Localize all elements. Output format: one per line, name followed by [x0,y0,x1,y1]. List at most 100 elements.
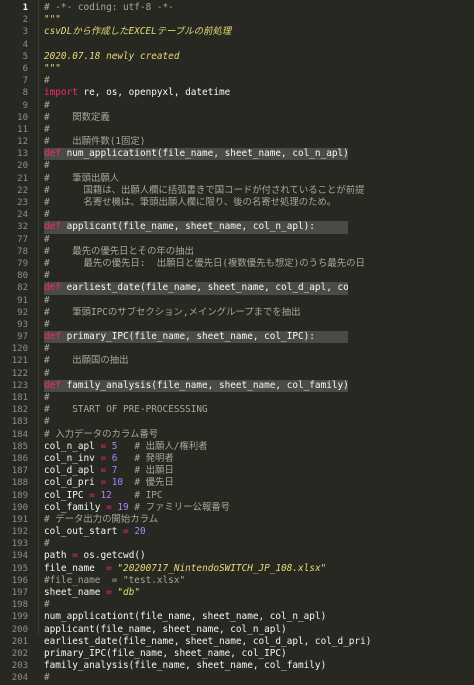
code-line[interactable]: 193 # [0,538,474,550]
code-line[interactable]: 192 col_out_start = 20 [0,526,474,538]
code-line[interactable]: 12 # 出願件数(1固定) [0,136,474,148]
line-number: 10 [17,112,28,123]
code-line[interactable]: 20 # [0,160,474,172]
code-text: # 最先の優先日: 出願日と優先日(複数優先も想定)のうち最先の日 [44,258,470,270]
code-text: # [44,319,470,331]
code-line[interactable]: 82 def earliest_date(file_name, sheet_nam… [0,282,474,295]
folded-code-text: def family_analysis(file_name, sheet_nam… [44,379,348,393]
code-line[interactable]: 184 # 入力データのカラム番号 [0,429,474,441]
line-number: 93 [17,319,28,330]
code-text: # 名寄せ機は、筆頭出願人欄に限り、後の名寄せ処理のため。 [44,197,470,209]
code-line[interactable]: 120 # [0,343,474,355]
code-token: # 最先の優先日: 出願日と優先日(複数優先も想定)のうち最先の日 [44,257,365,269]
code-line[interactable]: 91 # [0,295,474,307]
code-token: def [44,379,61,391]
folded-code-text: def applicant(file_name, sheet_name, col… [44,221,348,234]
code-line[interactable]: 196 #file_name = "test.xlsx" [0,575,474,587]
code-line[interactable]: 11 # [0,124,474,136]
code-line[interactable]: 24 # [0,209,474,221]
code-line[interactable]: 10 # 関数定義 [0,112,474,124]
code-line[interactable]: 97 def primary_IPC(file_name, sheet_name,… [0,331,474,344]
code-token: # [44,294,50,306]
code-line[interactable]: 191 # データ出力の開始カラム [0,514,474,526]
code-token: path [44,550,73,562]
line-number: 187 [11,466,28,477]
code-line[interactable]: 1 # -*- coding: utf-8 -*- [0,2,474,14]
code-token: # 発明者 [117,452,174,464]
code-line[interactable]: 189 col_IPC = 12 # IPC [0,490,474,502]
code-line[interactable]: 183 # [0,416,474,428]
code-text: # 筆頭出願人 [44,173,470,185]
code-line[interactable]: 4 [0,39,474,51]
code-line[interactable]: 92 # 筆頭IPCのサブセクション,メイングループまでを抽出 [0,307,474,319]
code-line[interactable]: 185 col_n_apl = 5 # 出願人/権利者 [0,441,474,453]
code-line[interactable]: 197 sheet_name = "db" [0,587,474,599]
line-number: 6 [22,63,28,74]
line-number: 198 [11,600,28,611]
line-number: 1 [22,3,28,13]
vertical-scrollbar[interactable] [468,0,474,635]
line-number: 185 [11,441,28,452]
code-line[interactable]: 32 def applicant(file_name, sheet_name, c… [0,221,474,234]
line-number: 5 [22,51,28,62]
code-line[interactable]: 6 """ [0,63,474,75]
code-token: # [44,209,50,221]
code-line[interactable]: 188 col_d_pri = 10 # 優先日 [0,477,474,489]
code-token: col_d_apl [44,465,101,477]
code-line[interactable]: 80 # [0,270,474,282]
code-token: def [44,148,61,160]
code-line[interactable]: 190 col_family = 19 # ファミリー公報番号 [0,502,474,514]
code-line[interactable]: 93 # [0,319,474,331]
code-text: # [44,343,470,355]
code-line[interactable]: 78 # 最先の優先日とその年の抽出 [0,246,474,258]
code-token: # [44,367,50,379]
code-line[interactable]: 201 earliest_date(file_name, sheet_name, … [0,636,474,648]
code-text: col_family = 19 # ファミリー公報番号 [44,502,470,514]
code-token: # [44,343,50,355]
line-number: 122 [11,368,28,379]
code-line[interactable]: 8 import re, os, openpyxl, datetime [0,87,474,99]
line-number: 196 [11,575,28,586]
code-line[interactable]: 195 file_name = "20200717_NintendoSWITCH_… [0,563,474,575]
code-text: col_d_apl = 7 # 出願日 [44,465,470,477]
code-line[interactable]: 198 # [0,599,474,611]
code-line[interactable]: 77 # [0,234,474,246]
code-token: # [44,672,50,684]
code-line[interactable]: 204 # [0,672,474,684]
code-token: # 出願国の抽出 [44,355,129,367]
code-line[interactable]: 9 # [0,100,474,112]
code-line[interactable]: 2 """ [0,14,474,26]
code-line[interactable]: 186 col_n_inv = 6 # 発明者 [0,453,474,465]
line-number: 92 [17,307,28,318]
code-line[interactable]: 123 def family_analysis(file_name, sheet_… [0,379,474,393]
code-line[interactable]: 194 path = os.getcwd() [0,550,474,562]
code-line[interactable]: 202 primary_IPC(file_name, sheet_name, co… [0,648,474,660]
code-area[interactable]: 1 # -*- coding: utf-8 -*- 2 """ 3 csvDLから作成した… [0,2,474,685]
code-text: col_out_start = 20 [44,526,470,538]
code-line[interactable]: 187 col_d_apl = 7 # 出願日 [0,465,474,477]
code-text: # [44,100,470,112]
code-line[interactable]: 79 # 最先の優先日: 出願日と優先日(複数優先も想定)のうち最先の日 [0,258,474,270]
code-token: def [44,282,61,294]
code-token: sheet_name [44,587,107,598]
line-number: 11 [17,124,28,135]
code-line[interactable]: 3 csvDLから作成したEXCELテーブルの前処理 [0,26,474,38]
code-editor[interactable]: 1 # -*- coding: utf-8 -*- 2 """ 3 csvDLから作成した… [0,0,474,683]
code-line[interactable]: 22 # 国籍は、出願人欄に括弧書きで国コードが付されていることが前提 [0,185,474,197]
line-number: 186 [11,453,28,464]
code-line[interactable]: 7 # [0,75,474,87]
code-line[interactable]: 122 # [0,368,474,380]
code-line[interactable]: 13 def num_applicationt(file_name, sheet_… [0,148,474,161]
code-line[interactable]: 182 # START OF PRE-PROCESSSING [0,404,474,416]
code-line[interactable]: 21 # 筆頭出願人 [0,173,474,185]
code-line[interactable]: 181 # [0,392,474,404]
code-line[interactable]: 203 family_analysis(file_name, sheet_name… [0,660,474,672]
code-text: # [44,368,470,380]
code-line[interactable]: 23 # 名寄せ機は、筆頭出願人欄に限り、後の名寄せ処理のため。 [0,197,474,209]
code-line[interactable]: 121 # 出願国の抽出 [0,355,474,367]
line-number: 202 [11,648,28,659]
code-line[interactable]: 5 2020.07.18 newly created [0,51,474,63]
code-line[interactable]: 200 applicant(file_name, sheet_name, col_… [0,624,474,636]
code-text: # [44,234,470,246]
code-line[interactable]: 199 num_applicationt(file_name, sheet_nam… [0,611,474,623]
